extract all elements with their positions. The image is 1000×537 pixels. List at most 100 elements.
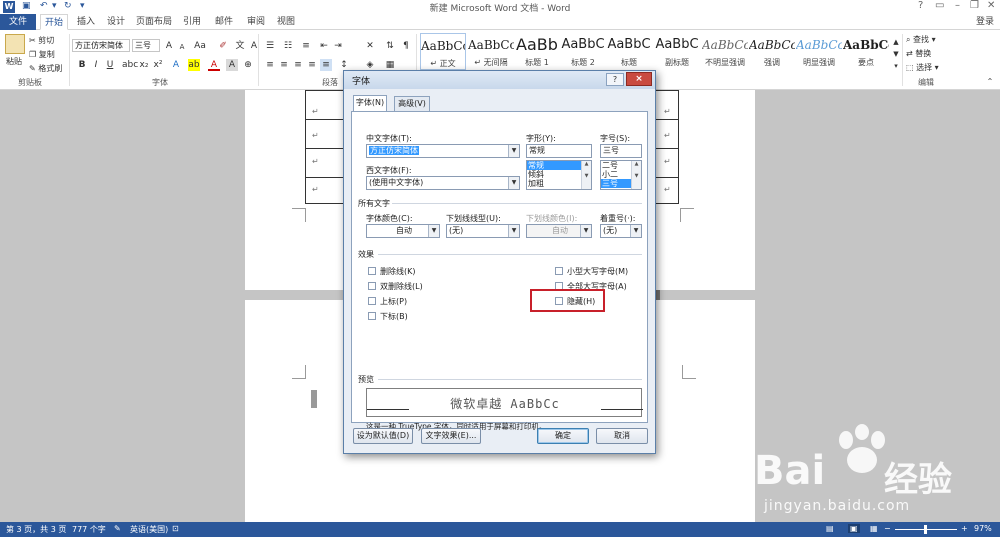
font-name-combo[interactable]: 方正仿宋简体 (72, 39, 130, 52)
subscript-checkbox[interactable] (368, 312, 376, 320)
character-shading-icon[interactable]: A (226, 59, 238, 71)
tab-home[interactable]: 开始 (40, 14, 68, 30)
superscript-checkbox[interactable] (368, 297, 376, 305)
paste-icon[interactable] (5, 34, 25, 54)
style-normal[interactable]: AaBbCc ↵ 正文 (420, 33, 466, 70)
shrink-font-icon[interactable]: A (176, 41, 188, 53)
style-intense-emphasis[interactable]: AaBbCc 明显强调 (796, 33, 842, 70)
chevron-down-icon[interactable]: ▼ (508, 225, 519, 237)
text-effects-button[interactable]: 文字效果(E)... (421, 428, 481, 444)
tab-mailings[interactable]: 邮件 (212, 14, 236, 30)
paste-button[interactable]: 粘贴 (6, 56, 22, 67)
font-style-list[interactable]: 常规 倾斜 加粗 ▲ ▼ (526, 160, 592, 190)
web-layout-icon[interactable]: ▦ (870, 524, 878, 533)
tab-page-layout[interactable]: 页面布局 (136, 14, 172, 30)
justify-icon[interactable]: ≡ (306, 59, 318, 71)
cut-button[interactable]: ✂ 剪切 (29, 35, 54, 46)
decrease-indent-icon[interactable]: ⇤ (318, 40, 330, 52)
gallery-down-icon[interactable]: ▼ (890, 48, 902, 60)
tab-design[interactable]: 设计 (104, 14, 128, 30)
chevron-down-icon[interactable]: ▼ (428, 225, 439, 237)
dialog-close-icon[interactable]: × (626, 72, 652, 86)
ribbon-display-icon[interactable]: ▭ (935, 0, 944, 11)
western-font-select[interactable]: (使用中文字体) ▼ (366, 176, 520, 190)
collapse-ribbon-icon[interactable]: ⌃ (984, 76, 996, 88)
dialog-help-icon[interactable]: ? (606, 73, 624, 86)
read-mode-icon[interactable]: ▤ (826, 524, 834, 533)
gallery-more-icon[interactable]: ▾ (890, 60, 902, 72)
macro-record-icon[interactable]: ⊡ (172, 524, 179, 533)
tab-view[interactable]: 视图 (274, 14, 298, 30)
word-count[interactable]: 777 个字 (72, 524, 106, 535)
tab-references[interactable]: 引用 (180, 14, 204, 30)
style-title[interactable]: AaBbC 标题 (606, 33, 652, 70)
ok-button[interactable]: 确定 (537, 428, 589, 444)
font-size-list[interactable]: 二号 小二 三号 ▲ ▼ (600, 160, 642, 190)
set-as-default-button[interactable]: 设为默认值(D) (353, 428, 413, 444)
emphasis-mark-select[interactable]: (无) ▼ (600, 224, 642, 238)
strikethrough-checkbox[interactable] (368, 267, 376, 275)
distributed-icon[interactable]: ≡ (320, 59, 332, 71)
phonetic-guide-icon[interactable]: 文 (234, 40, 246, 52)
bullets-icon[interactable]: ☰ (264, 40, 276, 52)
login-link[interactable]: 登录 (976, 14, 994, 30)
scrollbar[interactable]: ▲ ▼ (581, 161, 591, 189)
style-no-spacing[interactable]: AaBbCc ↵ 无间隔 (468, 33, 514, 70)
chevron-down-icon[interactable]: ▼ (508, 177, 519, 189)
superscript-icon[interactable]: x² (152, 59, 164, 71)
increase-indent-icon[interactable]: ⇥ (332, 40, 344, 52)
select-button[interactable]: ⬚ 选择 ▾ (906, 62, 939, 73)
chinese-font-select[interactable]: 方正仿宋简体 ▼ (366, 144, 520, 158)
style-heading-1[interactable]: AaBb 标题 1 (514, 33, 560, 70)
tab-insert[interactable]: 插入 (74, 14, 98, 30)
font-style-input[interactable]: 常规 (526, 144, 592, 158)
strikethrough-icon[interactable]: abc (122, 59, 138, 71)
tab-review[interactable]: 审阅 (244, 14, 268, 30)
underline-style-select[interactable]: (无) ▼ (446, 224, 520, 238)
small-caps-checkbox[interactable] (555, 267, 563, 275)
grow-font-icon[interactable]: A (163, 40, 175, 52)
align-center-icon[interactable]: ≡ (278, 59, 290, 71)
zoom-level[interactable]: 97% (974, 524, 992, 533)
style-emphasis[interactable]: AaBbCc 强调 (749, 33, 795, 70)
tab-file[interactable]: 文件 (0, 14, 36, 30)
font-size-input[interactable]: 三号 (600, 144, 642, 158)
copy-button[interactable]: ❐ 复制 (29, 49, 55, 60)
subscript-icon[interactable]: x₂ (138, 59, 150, 71)
chinese-layout-icon[interactable]: ✕ (364, 40, 376, 52)
sort-icon[interactable]: ⇅ (384, 40, 396, 52)
clear-format-icon[interactable]: ✐ (217, 40, 229, 52)
style-subtle-emphasis[interactable]: AaBbCc 不明显强调 (702, 33, 748, 70)
chevron-down-icon[interactable]: ▼ (630, 225, 641, 237)
bold-icon[interactable]: B (76, 59, 88, 71)
style-subtitle[interactable]: AaBbC 副标题 (654, 33, 700, 70)
double-strikethrough-checkbox[interactable] (368, 282, 376, 290)
zoom-in-icon[interactable]: + (961, 524, 968, 533)
cancel-button[interactable]: 取消 (596, 428, 648, 444)
show-marks-icon[interactable]: ¶ (400, 40, 412, 52)
highlight-color-icon[interactable]: ab (188, 59, 200, 71)
proofing-icon[interactable]: ✎ (114, 524, 121, 533)
style-heading-2[interactable]: AaBbC 标题 2 (560, 33, 606, 70)
format-painter-button[interactable]: ✎ 格式刷 (29, 63, 62, 74)
text-effects-icon[interactable]: A (170, 59, 182, 71)
underline-icon[interactable]: U (104, 59, 116, 71)
zoom-out-icon[interactable]: − (884, 524, 891, 533)
tab-advanced[interactable]: 高级(V) (394, 96, 430, 111)
close-window-icon[interactable]: ✕ (987, 0, 995, 11)
multilevel-list-icon[interactable]: ≡ (300, 40, 312, 52)
chevron-down-icon[interactable]: ▼ (508, 145, 519, 157)
numbering-icon[interactable]: ☷ (282, 40, 294, 52)
restore-icon[interactable]: ❐ (970, 0, 979, 11)
enclose-characters-icon[interactable]: ⊕ (242, 59, 254, 71)
style-strong[interactable]: AaBbCc 要点 (843, 33, 889, 70)
minimize-icon[interactable]: – (955, 0, 960, 11)
font-color-select[interactable]: 自动 ▼ (366, 224, 440, 238)
gallery-up-icon[interactable]: ▲ (890, 36, 902, 48)
print-layout-icon[interactable]: ▣ (848, 524, 860, 533)
italic-icon[interactable]: I (90, 59, 102, 71)
tab-font[interactable]: 字体(N) (353, 95, 387, 111)
help-icon[interactable]: ? (918, 0, 923, 11)
find-button[interactable]: ⌕ 查找 ▾ (906, 34, 936, 45)
change-case-icon[interactable]: Aa (194, 40, 206, 52)
